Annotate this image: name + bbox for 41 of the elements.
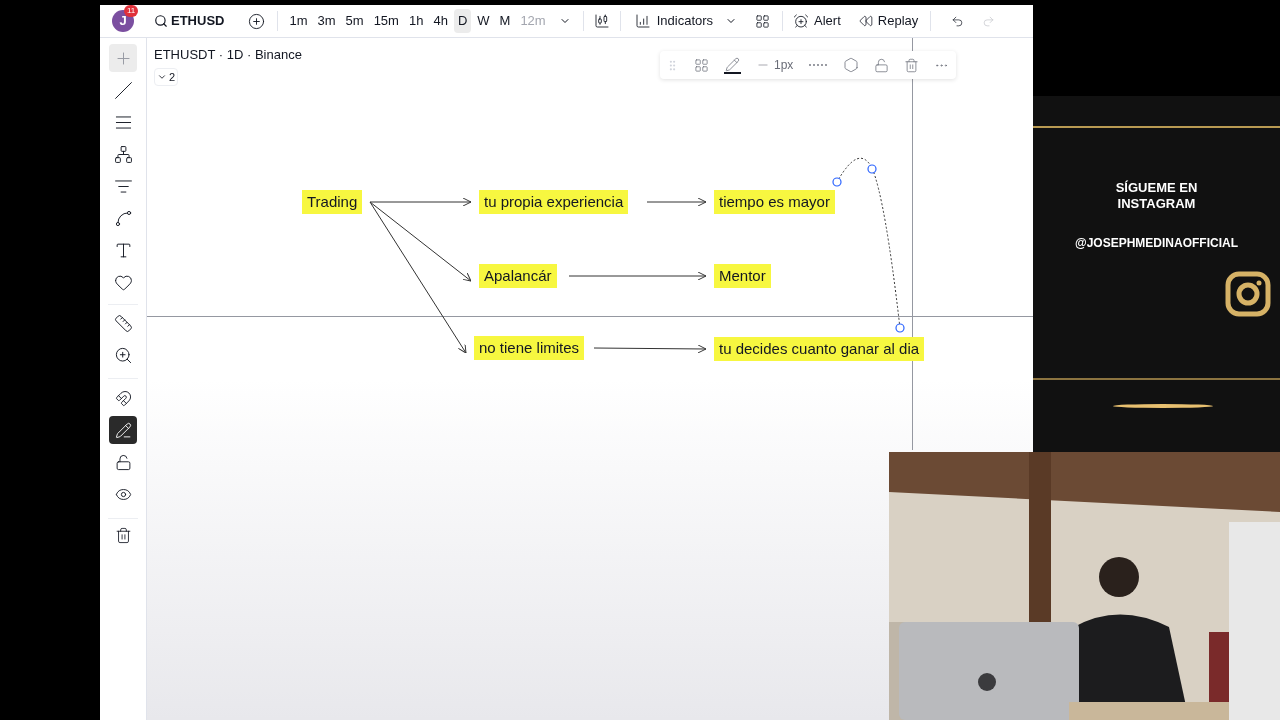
candlestick-icon[interactable]	[593, 13, 610, 29]
text-label[interactable]: Trading	[302, 190, 363, 214]
timeframe-tab[interactable]: D	[453, 9, 472, 33]
timeframe-tab[interactable]: W	[473, 9, 494, 33]
templates-icon[interactable]	[694, 57, 709, 73]
trash-icon[interactable]	[114, 527, 132, 544]
timeframe-tab[interactable]: 3m	[313, 9, 340, 33]
search-icon	[154, 14, 168, 28]
alarm-clock-icon	[793, 13, 810, 29]
text-label[interactable]: tiempo es mayor	[714, 190, 835, 214]
text-label[interactable]: Mentor	[714, 264, 771, 288]
timeframe-tab[interactable]: 15m	[369, 9, 403, 33]
undo-icon[interactable]	[951, 14, 965, 28]
text-label[interactable]: Apalancár	[479, 264, 557, 288]
pencil-lock-icon[interactable]	[109, 416, 137, 444]
add-symbol-icon[interactable]	[248, 12, 266, 30]
layout-grid-icon[interactable]	[755, 13, 771, 29]
collapse-button[interactable]: 2	[154, 67, 179, 86]
timeframe-tab[interactable]: 1h	[404, 9, 428, 33]
rewind-icon	[858, 14, 873, 28]
promo-heading: SÍGUEME EN INSTAGRAM	[1114, 180, 1199, 212]
symbol-search[interactable]: ETHUSD	[154, 11, 225, 31]
timeframe-tab[interactable]: 1m	[285, 9, 312, 33]
timeframe-tab[interactable]: 4h	[429, 9, 452, 33]
timeframe-tab[interactable]: 5m	[341, 9, 368, 33]
pencil-icon[interactable]	[724, 56, 741, 74]
chart-title: ETHUSDT · 1D · Binance	[154, 46, 302, 64]
instagram-icon	[1224, 270, 1272, 318]
dotted-line-icon[interactable]	[808, 63, 829, 67]
notification-badge: 11	[124, 5, 139, 17]
replay-button[interactable]: Replay	[858, 11, 919, 31]
line-width-button[interactable]: 1px	[756, 56, 794, 74]
text-label[interactable]: no tiene limites	[474, 336, 585, 360]
hexagon-icon[interactable]	[843, 57, 860, 73]
timeframe-tab[interactable]: M	[495, 9, 515, 33]
instagram-handle: @JOSEPHMEDINAOFFICIAL	[1074, 235, 1238, 252]
indicators-button[interactable]: Indicators	[634, 11, 714, 31]
alert-button[interactable]: Alert	[793, 11, 841, 31]
bar-chart-icon	[634, 13, 651, 29]
text-label[interactable]: tu propia experiencia	[479, 190, 629, 214]
text-label[interactable]: tu decides cuanto ganar al dia	[714, 337, 925, 361]
